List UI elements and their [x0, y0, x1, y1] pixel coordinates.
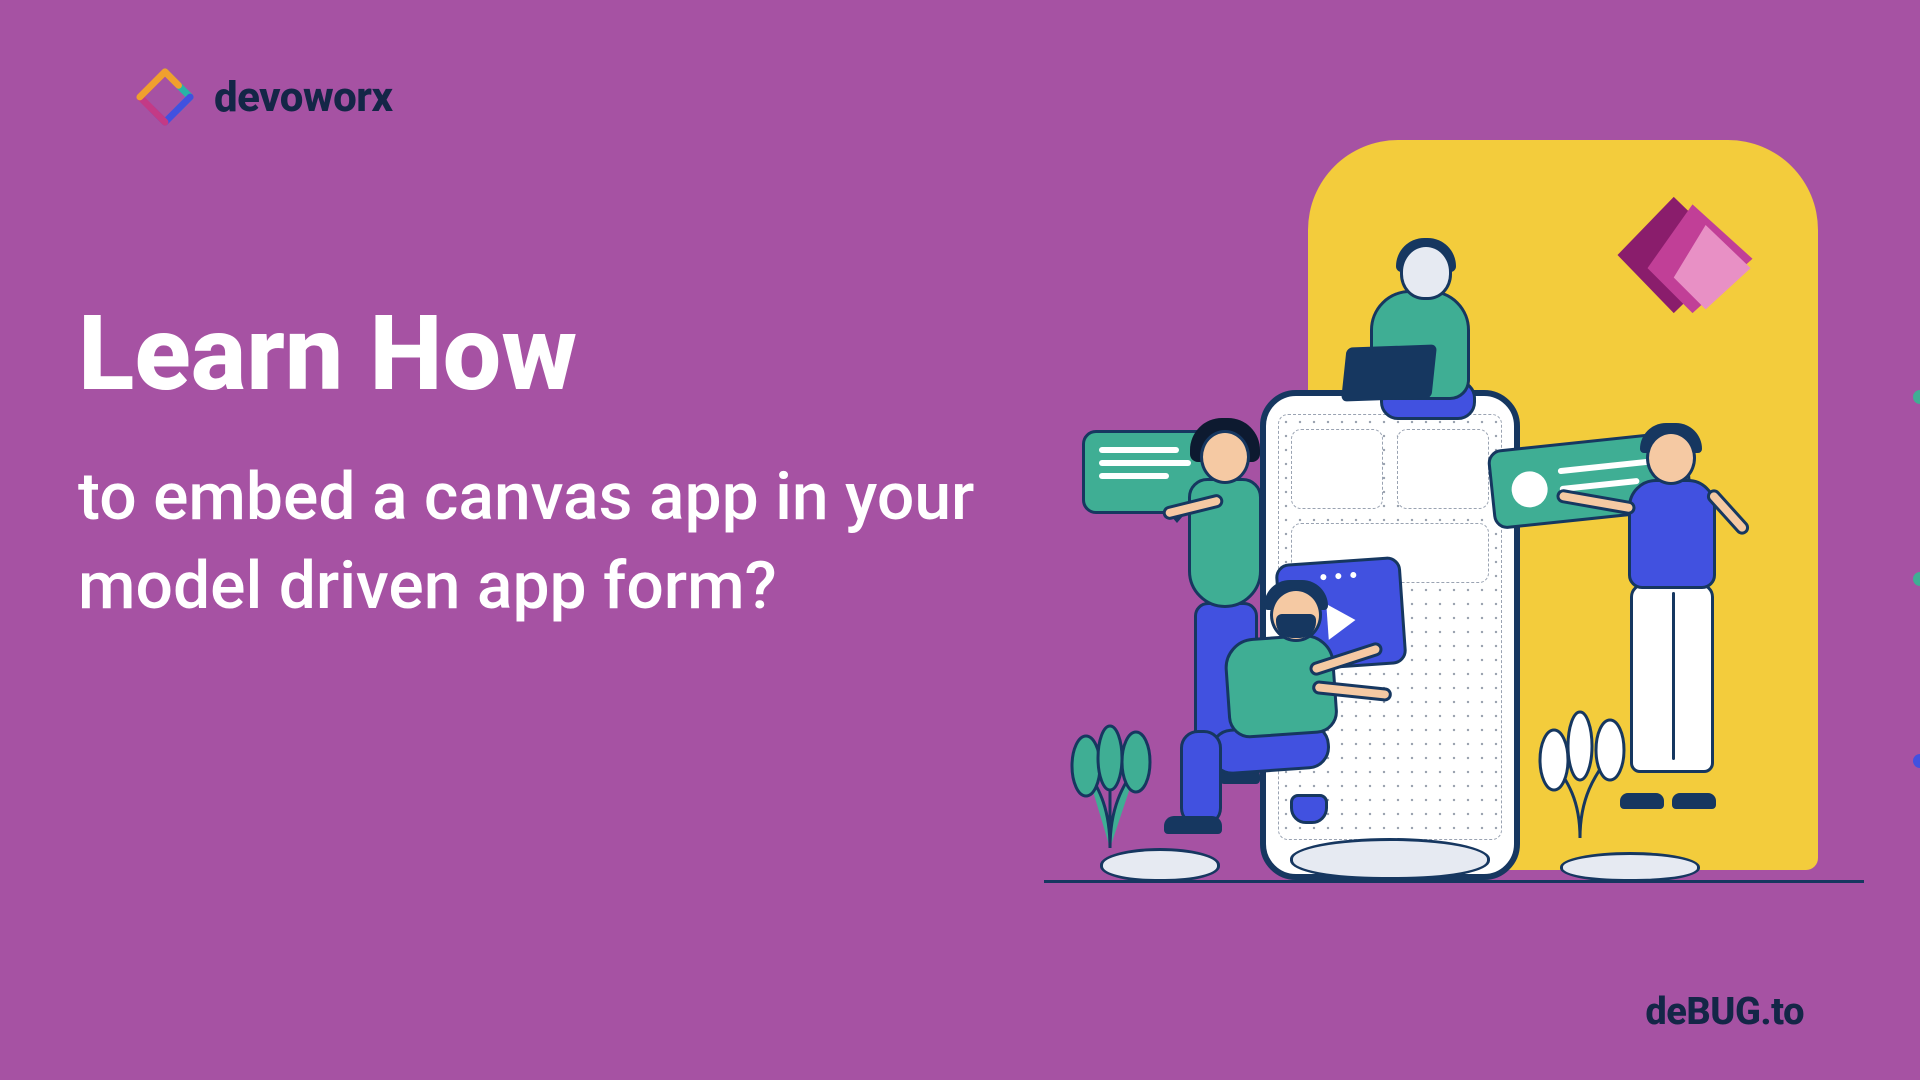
brand-top-name: devoworx	[214, 73, 392, 122]
laptop-icon	[1341, 344, 1437, 401]
person-kneeling-man	[1140, 580, 1400, 840]
headline-sub: to embed a canvas app in your model driv…	[78, 453, 1078, 631]
headline: Learn How to embed a canvas app in your …	[78, 300, 1078, 631]
devoworx-diamond-icon	[134, 66, 196, 128]
stone-icon	[1100, 848, 1220, 882]
person-sitting-laptop	[1340, 230, 1520, 430]
decorative-dot	[1913, 754, 1920, 768]
decorative-dot	[1913, 390, 1920, 404]
brand-top: devoworx	[134, 66, 392, 128]
phone-slot	[1397, 429, 1489, 509]
person-standing-man	[1590, 425, 1770, 805]
hero-illustration	[1030, 140, 1890, 890]
brand-bottom: deBUG.to	[1645, 990, 1804, 1034]
headline-lead: Learn How	[78, 300, 1078, 409]
ground-line	[1044, 880, 1864, 883]
decorative-dot	[1913, 572, 1920, 586]
power-apps-icon	[1610, 180, 1760, 330]
stone-icon	[1290, 838, 1490, 880]
stone-icon	[1560, 852, 1700, 882]
